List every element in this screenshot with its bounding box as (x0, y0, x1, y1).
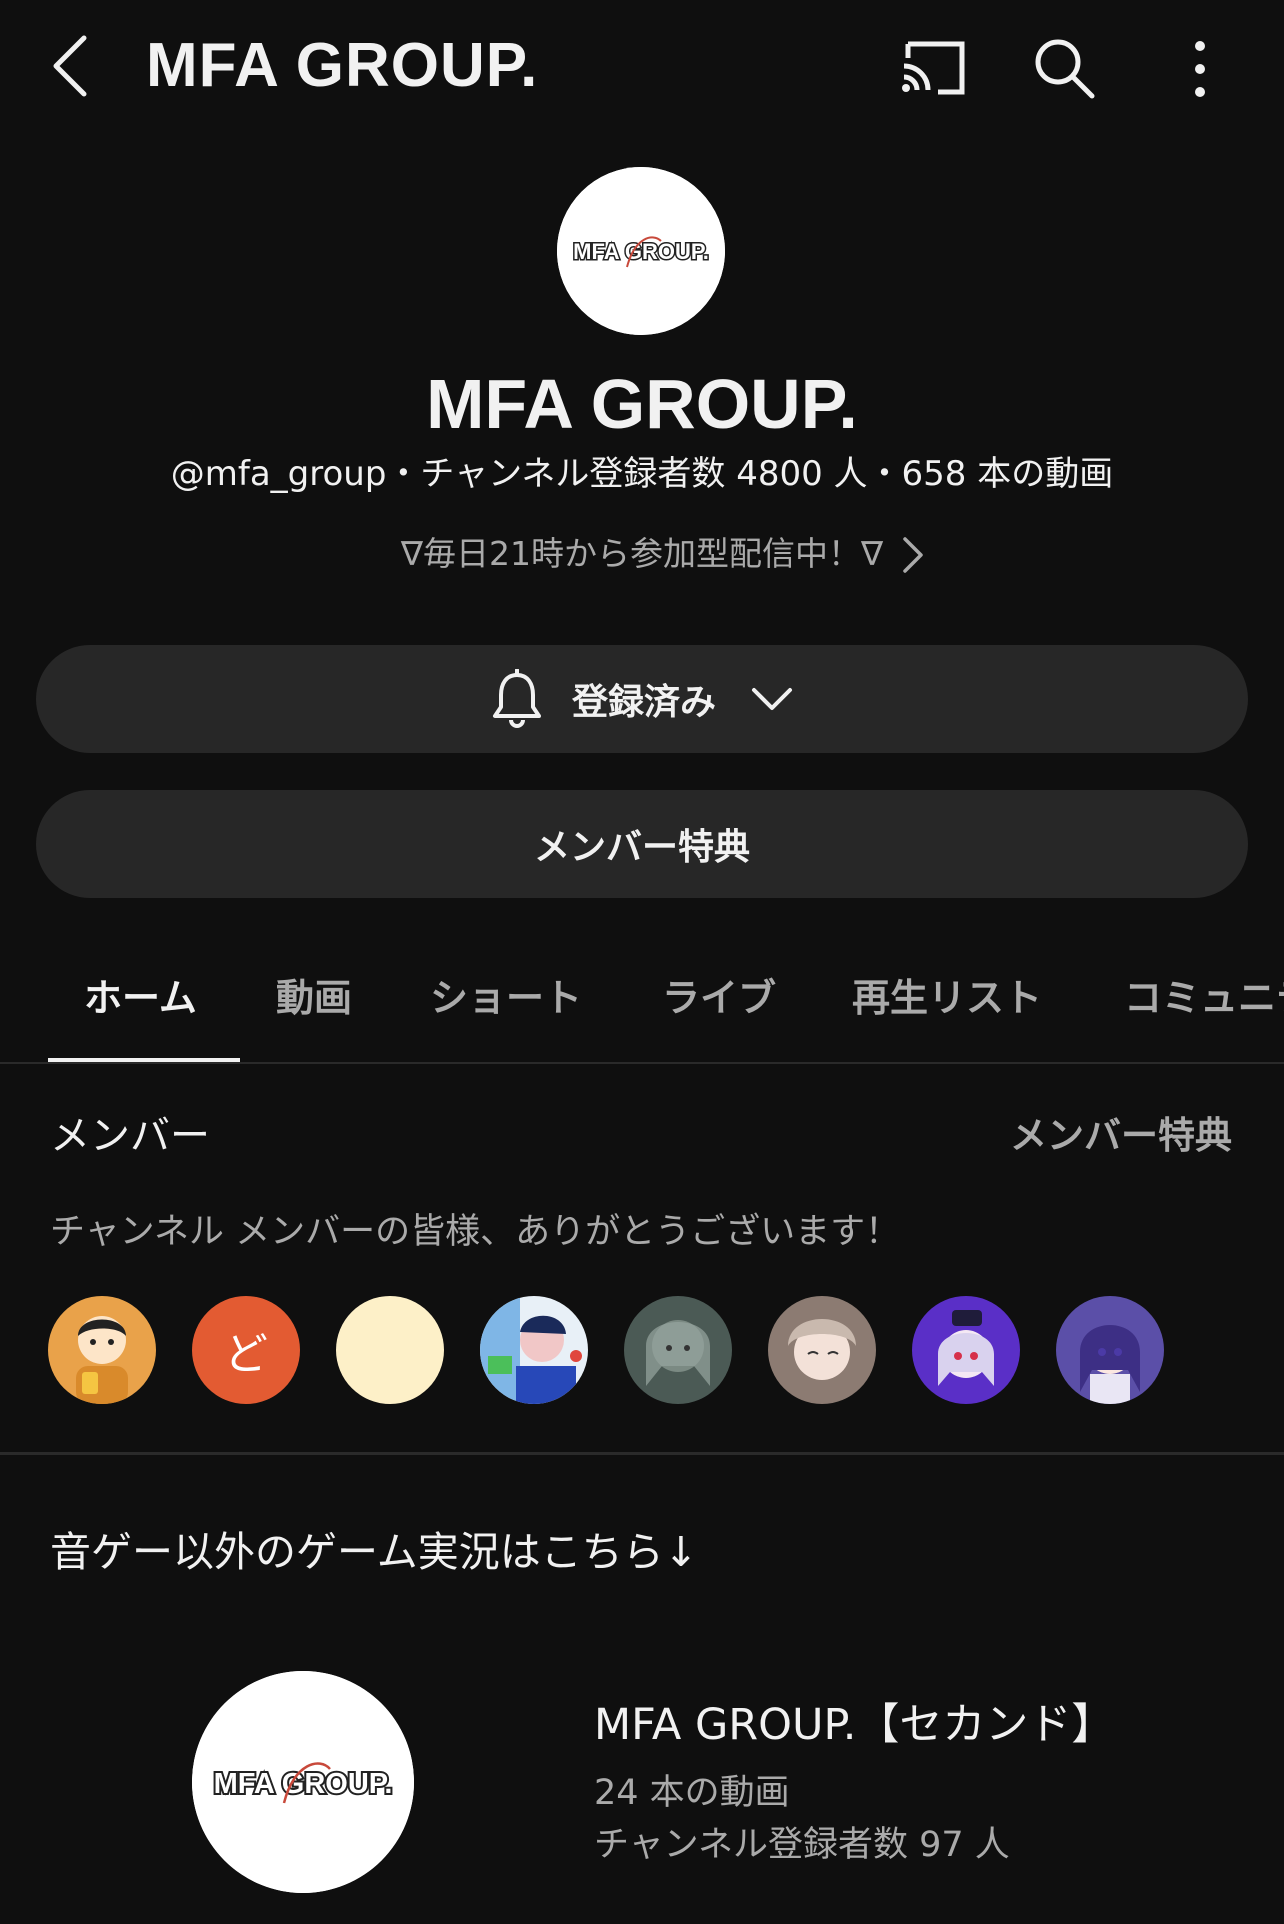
member-avatar[interactable] (480, 1296, 588, 1404)
channel-description[interactable]: ∇毎日21時から参加型配信中！∇ (0, 532, 1284, 576)
channel-avatar[interactable]: MFA GROUP. (557, 167, 725, 335)
member-avatar[interactable] (1056, 1296, 1164, 1404)
bell-icon (492, 669, 541, 728)
featured-section-heading: 音ゲー以外のゲーム実況はこちら↓ (50, 1528, 699, 1576)
member-avatar[interactable]: ど (192, 1296, 300, 1404)
members-heading: メンバー (50, 1113, 210, 1159)
tab-home[interactable]: ホーム (84, 970, 197, 1026)
back-button[interactable] (44, 30, 104, 102)
featured-channel-name[interactable]: MFA GROUP.【セカンド】 (594, 1697, 1114, 1753)
subscribed-button[interactable]: 登録済み (36, 645, 1248, 753)
member-avatar-image (48, 1296, 156, 1404)
member-perks-button[interactable]: メンバー特典 (36, 790, 1248, 898)
member-avatar-image (768, 1296, 876, 1404)
chevron-down-icon (752, 688, 792, 710)
top-app-bar: MFA GROUP. (0, 0, 1284, 135)
members-perks-link[interactable]: メンバー特典 (1010, 1108, 1232, 1164)
more-options-button[interactable] (1180, 34, 1220, 104)
active-tab-indicator (48, 1058, 240, 1062)
tab-playlists[interactable]: 再生リスト (852, 970, 1042, 1026)
members-thanks-text: チャンネル メンバーの皆様、ありがとうございます！ (50, 1212, 901, 1252)
cast-button[interactable] (898, 36, 970, 100)
app-bar-title: MFA GROUP. (146, 31, 539, 100)
description-more-button[interactable] (895, 533, 929, 577)
channel-name: MFA GROUP. (426, 365, 858, 443)
member-avatar-image (912, 1296, 1020, 1404)
member-avatar-image (1056, 1296, 1164, 1404)
chevron-right-icon (903, 537, 923, 573)
subscribe-label: 登録済み (571, 682, 716, 723)
channel-logo: MFA GROUP. (557, 167, 725, 335)
featured-logo-text: MFA GROUP. (214, 1768, 393, 1800)
member-avatar[interactable] (624, 1296, 732, 1404)
back-arrow-icon (53, 35, 87, 97)
search-icon (1035, 39, 1095, 99)
featured-channel-video-count: 24 本の動画 (594, 1773, 790, 1813)
search-button[interactable] (1030, 34, 1100, 104)
member-avatar-letter: ど (224, 1329, 268, 1380)
channel-meta: @mfa_group・チャンネル登録者数 4800 人・658 本の動画 (170, 454, 1114, 494)
member-avatar[interactable] (48, 1296, 156, 1404)
member-avatar[interactable] (336, 1296, 444, 1404)
tab-shorts[interactable]: ショート (430, 970, 582, 1026)
more-vertical-icon (1195, 41, 1205, 97)
channel-tabs: ホーム 動画 ショート ライブ 再生リスト コミュニティ (0, 940, 1284, 1064)
featured-channel-logo: MFA GROUP. (192, 1671, 414, 1893)
cast-icon (902, 41, 965, 95)
featured-channel-avatar[interactable]: MFA GROUP. (192, 1671, 414, 1893)
member-avatar-image (480, 1296, 588, 1404)
member-avatar[interactable] (768, 1296, 876, 1404)
tab-videos[interactable]: 動画 (276, 970, 352, 1026)
member-avatar[interactable] (912, 1296, 1020, 1404)
tab-community[interactable]: コミュニティ (1124, 970, 1284, 1026)
section-divider (0, 1452, 1284, 1455)
member-perks-label: メンバー特典 (533, 827, 750, 868)
featured-channel-subscribers: チャンネル登録者数 97 人 (594, 1825, 1010, 1865)
member-avatar-image (624, 1296, 732, 1404)
tab-live[interactable]: ライブ (662, 970, 776, 1026)
